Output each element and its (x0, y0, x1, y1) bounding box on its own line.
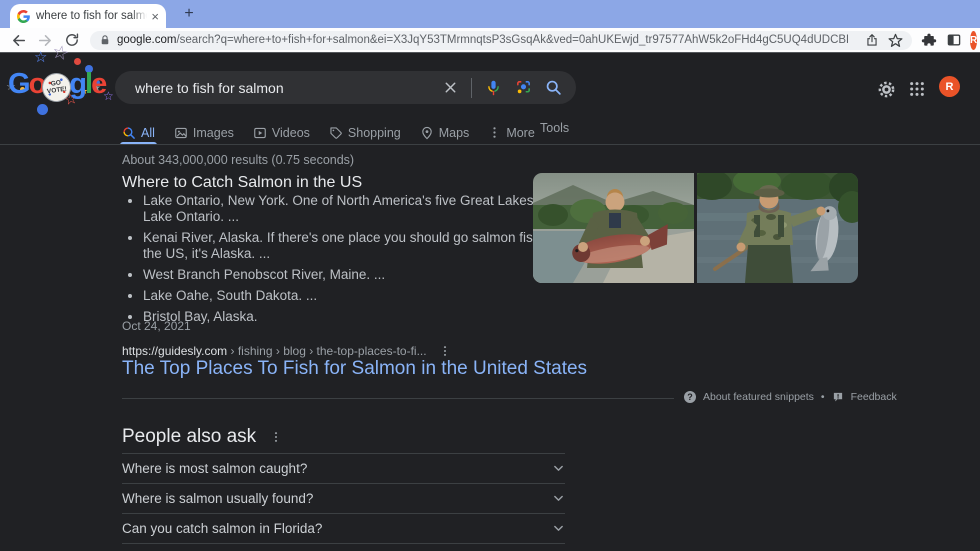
doodle-star-icon: ☆ (34, 50, 47, 65)
new-tab-button[interactable]: + (180, 5, 198, 23)
tab-videos[interactable]: Videos (253, 121, 310, 144)
clear-search-icon[interactable] (443, 80, 458, 95)
google-favicon-icon (17, 10, 30, 23)
search-divider (471, 78, 472, 98)
browser-tab-strip: where to fish for salmon - Goo × + (0, 0, 980, 28)
result-kebab-icon[interactable] (439, 345, 451, 357)
paa-question-row[interactable]: Where is salmon usually found? (122, 483, 565, 513)
snippet-date: Oct 24, 2021 (122, 319, 191, 333)
result-breadcrumb[interactable]: https://guidesly.com › fishing › blog › … (122, 344, 427, 358)
chevron-down-icon (552, 462, 565, 475)
share-icon[interactable] (865, 33, 879, 47)
more-kebab-icon (488, 126, 501, 139)
people-also-ask-header: People also ask (122, 426, 282, 448)
chevron-down-icon (552, 492, 565, 505)
people-also-ask-list: Where is most salmon caught? Where is sa… (122, 453, 565, 544)
tab-maps[interactable]: Maps (420, 121, 470, 144)
people-also-ask-title: People also ask (122, 426, 256, 448)
browser-profile-avatar[interactable]: R (970, 31, 977, 50)
go-vote-badge: GOVOTE! (42, 72, 72, 102)
feedback-flag-icon (832, 391, 844, 403)
paa-question-row[interactable]: Can you catch salmon in Florida? (122, 513, 565, 544)
chevron-down-icon (552, 522, 565, 535)
doodle-dot (74, 58, 81, 65)
tab-more[interactable]: More (488, 121, 534, 144)
featured-snippet-images (533, 173, 858, 283)
featured-snippet-list: Lake Ontario, New York. One of North Ame… (122, 193, 574, 330)
help-icon: ? (684, 391, 696, 403)
feedback-link[interactable]: Feedback (851, 391, 897, 403)
result-type-tabs: All Images Videos Shopping Maps (122, 121, 535, 144)
search-results-page: ☆ ☆ ☆ ☆ ★ ☆ ★ GoGOVOTE!gle where to fish… (0, 53, 980, 551)
side-panel-icon[interactable] (946, 32, 962, 48)
result-breadcrumb-row: https://guidesly.com › fishing › blog › … (122, 344, 451, 358)
result-title-link[interactable]: The Top Places To Fish for Salmon in the… (122, 358, 587, 380)
address-bar[interactable]: google.com/search?q=where+to+fish+for+sa… (90, 31, 912, 50)
screenshot-root: { "browser": { "tab_title": "where to fi… (0, 0, 980, 551)
snippet-bullet: West Branch Penobscot River, Maine. ... (143, 267, 574, 283)
extensions-puzzle-icon[interactable] (921, 32, 937, 48)
about-featured-snippets-link[interactable]: About featured snippets (703, 391, 814, 403)
snippet-attribution: ? About featured snippets • Feedback (684, 391, 897, 403)
browser-tab[interactable]: where to fish for salmon - Goo × (10, 4, 166, 28)
tools-button[interactable]: Tools (540, 121, 569, 135)
snippet-image-angler-silver-salmon[interactable] (697, 173, 858, 283)
tab-images[interactable]: Images (174, 121, 234, 144)
tab-all[interactable]: All (122, 121, 155, 144)
featured-snippet-heading: Where to Catch Salmon in the US (122, 174, 362, 192)
search-tab-icon (122, 126, 136, 140)
google-lens-icon[interactable] (515, 79, 532, 96)
doodle-dot (37, 104, 48, 115)
settings-gear-icon[interactable] (877, 80, 896, 99)
snippet-image-angler-red-salmon[interactable] (533, 173, 694, 283)
search-box[interactable]: where to fish for salmon (115, 71, 576, 104)
maps-tab-icon (420, 126, 434, 140)
snippet-bullet: Bristol Bay, Alaska. (143, 309, 574, 325)
snippet-attribution-divider (122, 398, 674, 399)
header-divider (0, 144, 980, 145)
url-text: google.com/search?q=where+to+fish+for+sa… (117, 34, 848, 46)
results-stats: About 343,000,000 results (0.75 seconds) (122, 153, 354, 167)
lock-icon[interactable] (99, 34, 111, 46)
google-logo-word: GoGOVOTE!gle (8, 68, 105, 101)
google-account-avatar[interactable]: R (939, 76, 960, 97)
google-apps-grid-icon[interactable] (909, 81, 925, 97)
back-button[interactable] (10, 32, 27, 49)
google-doodle-logo[interactable]: ☆ ☆ ☆ ☆ ★ ☆ ★ GoGOVOTE!gle (8, 56, 112, 122)
bookmark-star-icon[interactable] (888, 33, 903, 48)
paa-question-row[interactable]: Where is most salmon caught? (122, 453, 565, 483)
search-query-text[interactable]: where to fish for salmon (135, 80, 430, 96)
browser-toolbar: google.com/search?q=where+to+fish+for+sa… (0, 28, 980, 53)
dot-separator: • (821, 391, 825, 403)
snippet-bullet: Lake Oahe, South Dakota. ... (143, 288, 574, 304)
videos-tab-icon (253, 126, 267, 140)
reload-button[interactable] (64, 32, 80, 48)
shopping-tab-icon (329, 126, 343, 140)
tab-shopping[interactable]: Shopping (329, 121, 401, 144)
tab-title: where to fish for salmon - Goo (36, 10, 147, 22)
voice-search-mic-icon[interactable] (485, 79, 502, 96)
people-also-ask-kebab-icon[interactable] (270, 431, 282, 443)
tab-close-icon[interactable]: × (151, 10, 159, 23)
snippet-bullet: Kenai River, Alaska. If there's one plac… (143, 230, 574, 262)
forward-button[interactable] (37, 32, 54, 49)
search-submit-icon[interactable] (545, 79, 562, 96)
snippet-bullet: Lake Ontario, New York. One of North Ame… (143, 193, 574, 225)
images-tab-icon (174, 126, 188, 140)
